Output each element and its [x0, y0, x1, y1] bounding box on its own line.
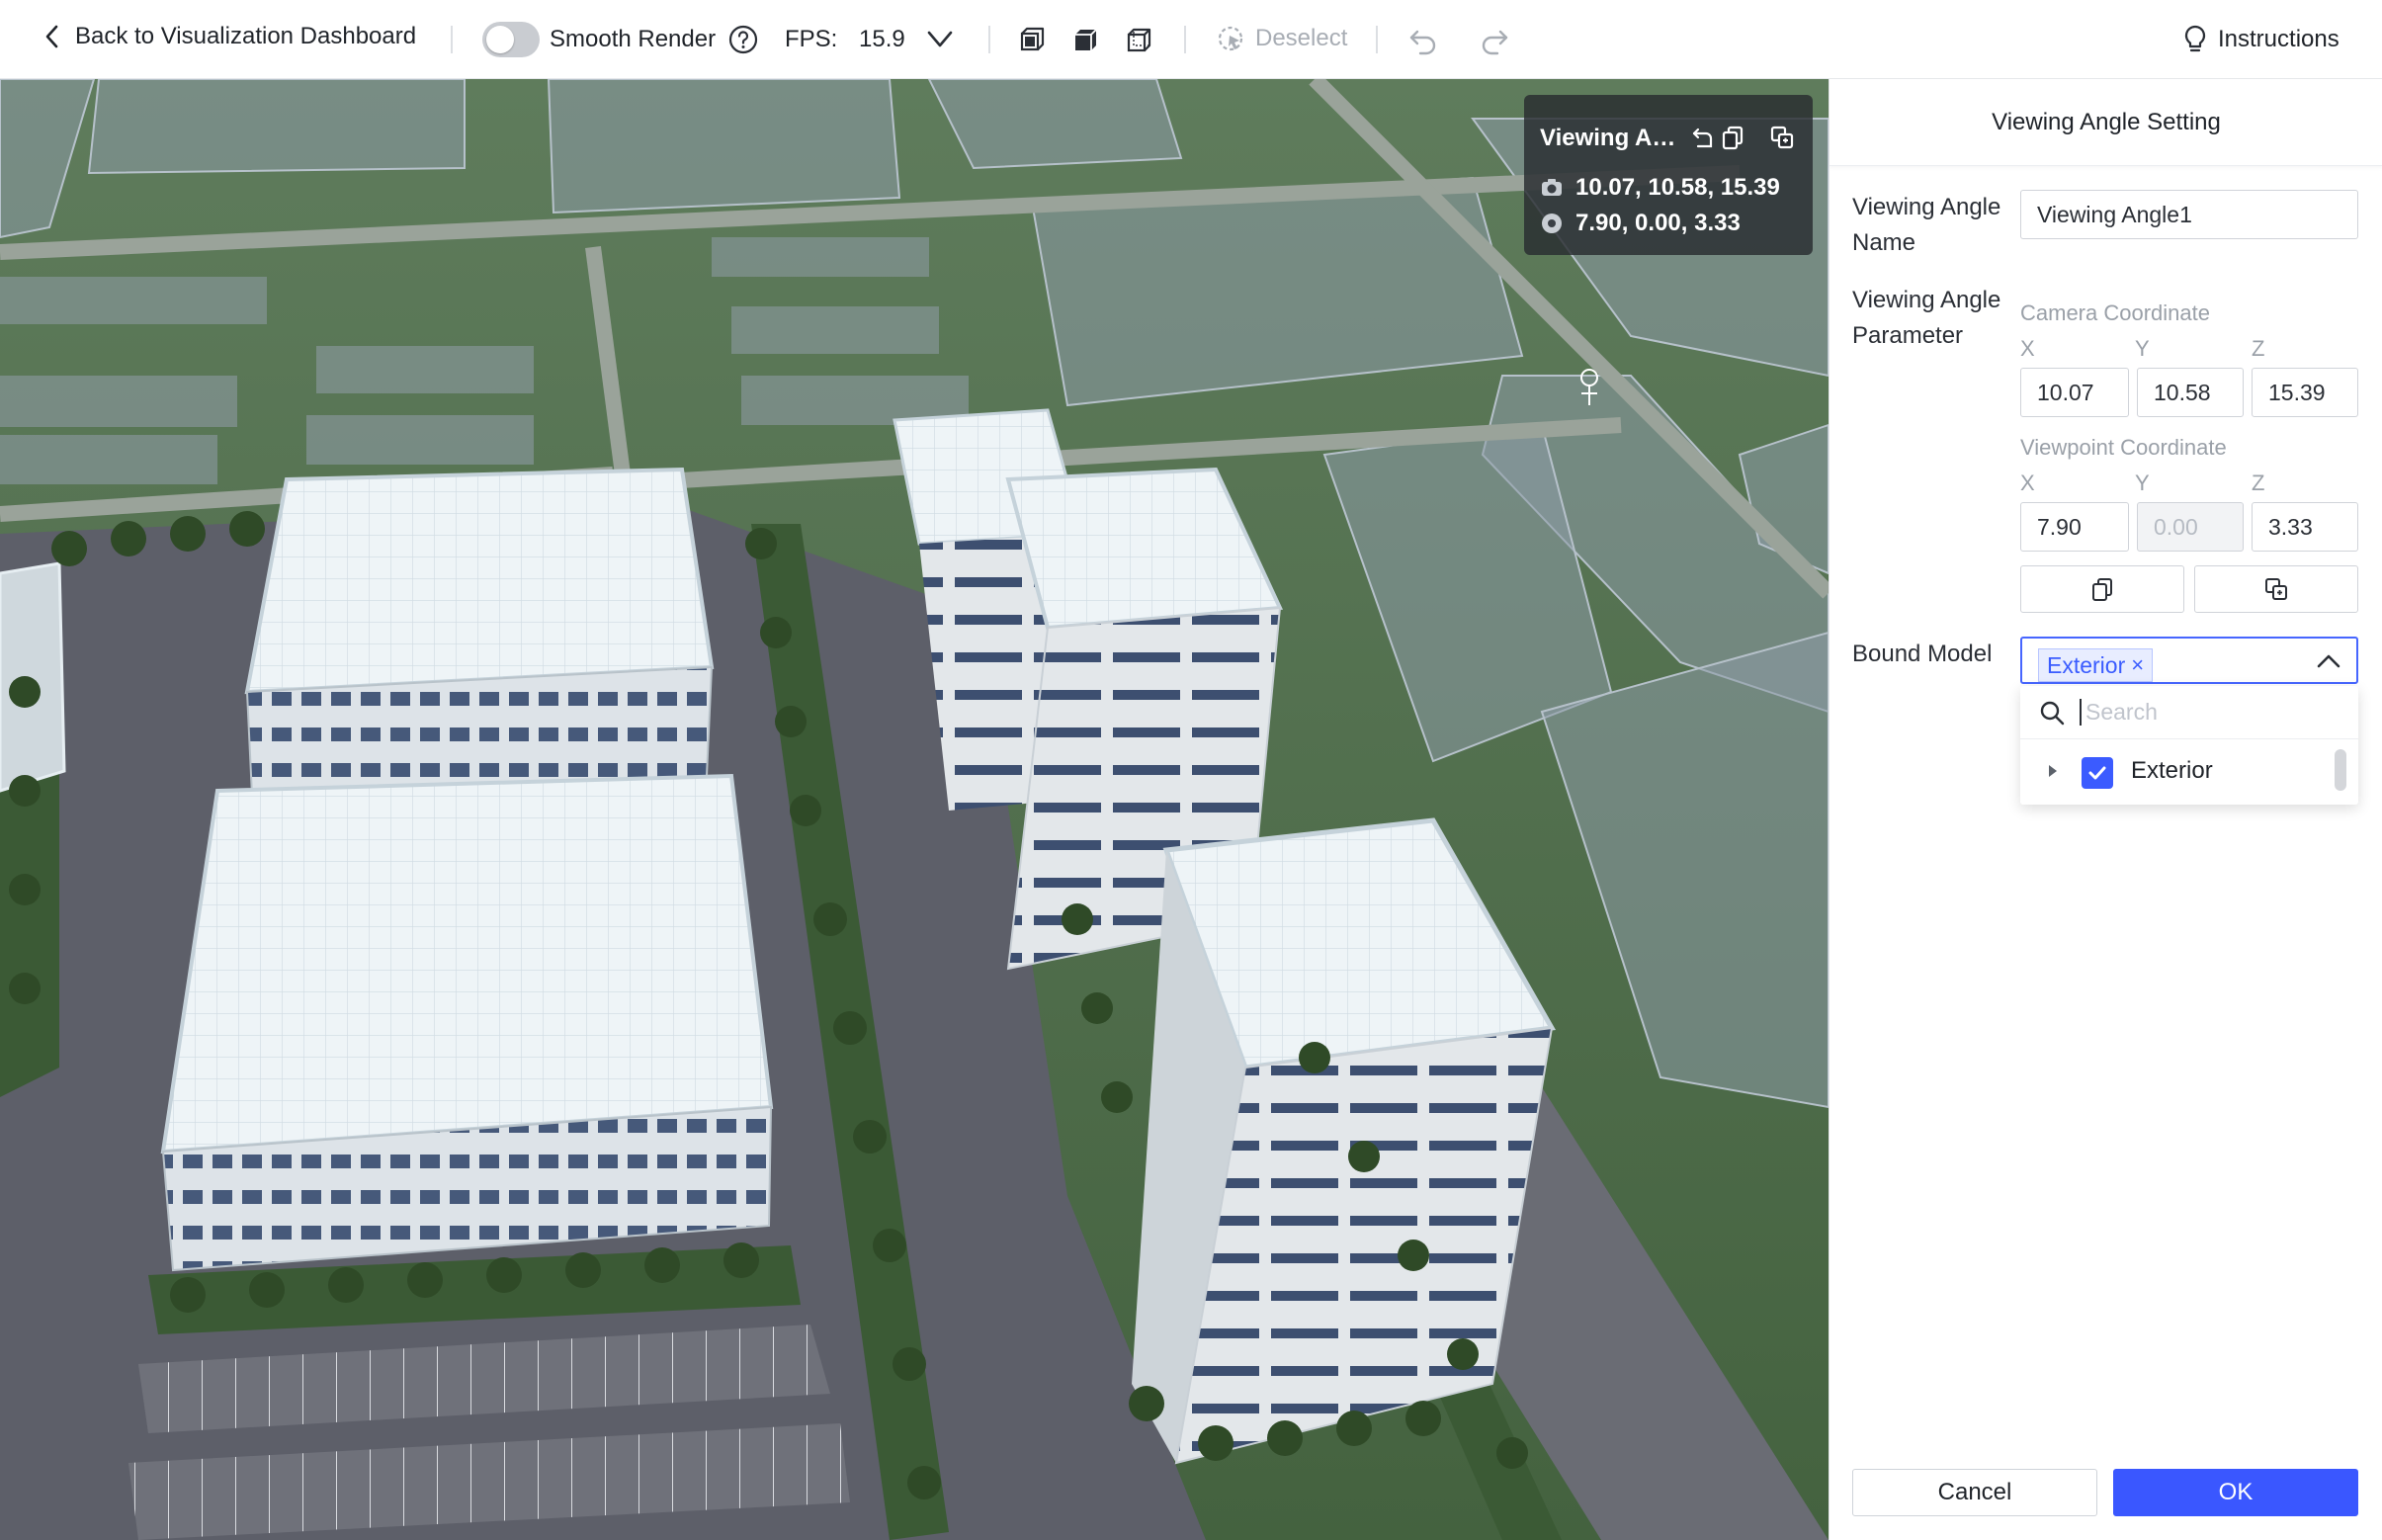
smooth-render-toggle[interactable]: [482, 22, 540, 57]
tree-item-exterior[interactable]: Exterior: [2020, 745, 2358, 797]
dropdown-scrollbar[interactable]: [2335, 749, 2346, 791]
city-model-scene: [0, 79, 1829, 1540]
viewing-angle-overlay: Viewing Angle1 10.07, 10.58, 15.39: [1524, 95, 1813, 255]
toolbar-divider: [451, 26, 453, 53]
camera-icon: [1542, 179, 1562, 196]
viewpoint-x-label: X: [2020, 471, 2035, 495]
dropdown-search: [2020, 686, 2358, 739]
tag-close-icon[interactable]: ×: [2131, 652, 2144, 678]
viewpoint-x-input[interactable]: 7.90: [2020, 502, 2129, 552]
overlay-camera-coords: 10.07, 10.58, 15.39: [1575, 174, 1780, 201]
back-to-dashboard-button[interactable]: Back to Visualization Dashboard: [40, 22, 416, 51]
name-label: Viewing Angle Name: [1852, 194, 2001, 256]
tag-label: Exterior: [2047, 651, 2126, 678]
chevron-down-icon[interactable]: [925, 26, 955, 53]
search-icon: [2040, 701, 2065, 725]
fps-label: FPS:: [785, 26, 838, 52]
bound-model-label: Bound Model: [1852, 641, 1993, 667]
viewpoint-z-input[interactable]: 3.33: [2252, 502, 2358, 552]
bound-model-dropdown: Exterior: [2020, 686, 2358, 805]
caret-right-icon[interactable]: [2044, 761, 2062, 781]
top-toolbar: Back to Visualization Dashboard Smooth R…: [0, 0, 2382, 79]
smooth-render-label: Smooth Render: [550, 26, 717, 52]
paste-icon[interactable]: [1769, 125, 1795, 150]
instructions-label: Instructions: [2218, 26, 2339, 52]
panel-title: Viewing Angle Setting: [1829, 79, 2382, 166]
toolbar-divider: [1376, 26, 1378, 53]
exterior-checkbox[interactable]: [2082, 757, 2113, 789]
camera-y-label: Y: [2135, 336, 2150, 361]
camera-x-label: X: [2020, 336, 2035, 361]
reset-icon[interactable]: [1690, 125, 1716, 150]
camera-coordinate-label: Camera Coordinate: [2020, 300, 2210, 325]
chevron-up-icon[interactable]: [2315, 650, 2342, 672]
overlay-camera-row: 10.07, 10.58, 15.39: [1540, 174, 1780, 202]
solid-cube-icon[interactable]: [1071, 26, 1099, 53]
help-circle-icon[interactable]: [727, 24, 759, 55]
front-view-icon[interactable]: [1018, 26, 1046, 53]
eye-icon: [1542, 214, 1562, 233]
toolbar-divider: [988, 26, 990, 53]
paste-coordinates-button[interactable]: [2194, 565, 2358, 613]
lightbulb-icon: [2184, 25, 2206, 52]
deselect-button[interactable]: Deselect: [1216, 24, 1347, 53]
fps-value: 15.9: [859, 26, 905, 52]
dropdown-search-input[interactable]: [2080, 699, 2317, 726]
camera-x-input[interactable]: 10.07: [2020, 368, 2129, 417]
camera-z-input[interactable]: 15.39: [2252, 368, 2358, 417]
bound-model-select[interactable]: Exterior ×: [2020, 637, 2358, 684]
overlay-viewpoint-row: 7.90, 0.00, 3.33: [1540, 210, 1741, 237]
undo-icon[interactable]: [1407, 24, 1439, 55]
overlay-viewpoint-coords: 7.90, 0.00, 3.33: [1575, 210, 1741, 236]
ok-button[interactable]: OK: [2113, 1469, 2358, 1516]
copy-icon: [2092, 578, 2112, 601]
tree-item-label: Exterior: [2131, 757, 2213, 784]
paste-icon: [2265, 578, 2287, 600]
copy-coordinates-button[interactable]: [2020, 565, 2184, 613]
parameter-label: Viewing Angle Parameter: [1852, 287, 2001, 349]
deselect-icon: [1218, 26, 1243, 51]
check-icon: [2088, 766, 2106, 780]
camera-y-input[interactable]: 10.58: [2137, 368, 2244, 417]
wire-cube-icon[interactable]: [1125, 26, 1152, 53]
name-input[interactable]: Viewing Angle1: [2020, 190, 2358, 239]
viewpoint-y-input: 0.00: [2137, 502, 2244, 552]
chevron-left-icon: [45, 25, 58, 48]
3d-viewport[interactable]: Viewing Angle1 10.07, 10.58, 15.39: [0, 79, 1829, 1540]
copy-icon[interactable]: [1720, 125, 1745, 150]
viewpoint-coordinate-label: Viewpoint Coordinate: [2020, 435, 2227, 460]
back-label: Back to Visualization Dashboard: [75, 23, 417, 49]
instructions-button[interactable]: Instructions: [2182, 24, 2339, 55]
viewpoint-y-label: Y: [2135, 471, 2150, 495]
camera-z-label: Z: [2252, 336, 2265, 361]
deselect-label: Deselect: [1255, 25, 1348, 51]
viewpoint-z-label: Z: [2252, 471, 2265, 495]
cancel-button[interactable]: Cancel: [1852, 1469, 2097, 1516]
bound-model-tag: Exterior ×: [2038, 648, 2154, 682]
toolbar-divider: [1184, 26, 1186, 53]
redo-icon[interactable]: [1479, 24, 1510, 55]
overlay-title: Viewing Angle1: [1540, 125, 1688, 151]
